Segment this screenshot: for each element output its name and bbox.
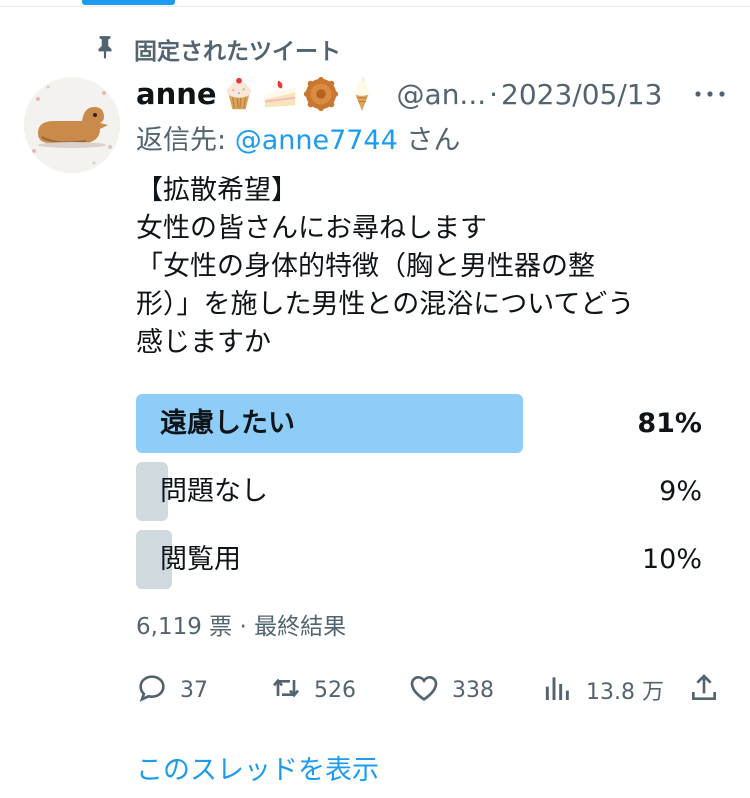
poll-option-percent: 10% (641, 544, 702, 575)
poll-status: 最終結果 (254, 614, 347, 640)
active-tab-indicator (82, 0, 175, 5)
reply-prefix: 返信先: (136, 125, 235, 156)
tweet-text-line: 「女性の身体的特徴（胸と男性器の整 (136, 251, 595, 282)
cupcake-emoji (220, 75, 258, 113)
views-count: 13.8 万 (586, 680, 664, 705)
top-divider (0, 6, 750, 7)
tweet-header: anne @an... · 2023/05/13 (136, 72, 662, 116)
tweet-text: 【拡散希望】 女性の皆さんにお尋ねします 「女性の身体的特徴（胸と男性器の整 形… (136, 172, 716, 362)
poll-option: 閲覧用 10% (136, 530, 702, 589)
pin-icon (92, 34, 118, 64)
tweet-text-line: 感じますか (136, 327, 271, 358)
show-thread-link[interactable]: このスレッドを表示 (136, 748, 379, 787)
reply-suffix: さん (397, 125, 461, 156)
poll-option-label: 閲覧用 (160, 544, 241, 575)
soft-ice-cream-emoji (343, 75, 381, 113)
poll-option-percent: 81% (637, 408, 702, 439)
like-button[interactable]: 338 (408, 670, 494, 710)
reply-count: 37 (180, 677, 208, 703)
retweet-button[interactable]: 526 (270, 670, 356, 710)
tweet-actions: 37 526 338 13.8 万 (136, 670, 726, 710)
tweet-text-line: 【拡散希望】 (136, 175, 298, 206)
poll-option: 遠慮したい 81% (136, 394, 702, 453)
share-button[interactable] (688, 670, 720, 710)
poll-option: 問題なし 9% (136, 462, 702, 521)
avatar[interactable] (24, 77, 120, 173)
shortcake-emoji (261, 75, 299, 113)
poll-option-label: 遠慮したい (160, 408, 295, 439)
reply-mention-link[interactable]: @anne7744 (235, 125, 398, 156)
reply-icon (136, 672, 168, 708)
reply-context: 返信先: @anne7744 さん (136, 118, 460, 157)
poll-option-label: 問題なし (160, 476, 268, 507)
header-separator: · (489, 77, 499, 111)
poll: 遠慮したい 81% 問題なし 9% 閲覧用 10% (136, 394, 702, 598)
mooncake-emoji (302, 75, 340, 113)
poll-meta: 6,119 票 · 最終結果 (136, 607, 346, 641)
handle[interactable]: @an... (397, 78, 487, 111)
tweet-date[interactable]: 2023/05/13 (501, 78, 662, 111)
views-button[interactable]: 13.8 万 (542, 670, 664, 710)
tweet-text-line: 女性の皆さんにお尋ねします (136, 213, 487, 244)
share-icon (688, 672, 720, 708)
reply-button[interactable]: 37 (136, 670, 208, 710)
tweet-text-line: 形）」を施した男性との混浴についてどう (136, 289, 635, 320)
pinned-label: 固定されたツイート (134, 39, 341, 65)
retweet-icon (270, 672, 302, 708)
more-options-icon[interactable] (693, 80, 727, 108)
poll-vote-count: 6,119 票 (136, 614, 233, 640)
retweet-count: 526 (314, 677, 356, 703)
like-count: 338 (452, 677, 494, 703)
poll-meta-separator: · (239, 614, 247, 640)
pinned-indicator: 固定されたツイート (92, 32, 341, 66)
poll-option-percent: 9% (659, 476, 702, 507)
analytics-icon (542, 672, 574, 708)
heart-icon (408, 672, 440, 708)
display-name[interactable]: anne (136, 77, 217, 111)
